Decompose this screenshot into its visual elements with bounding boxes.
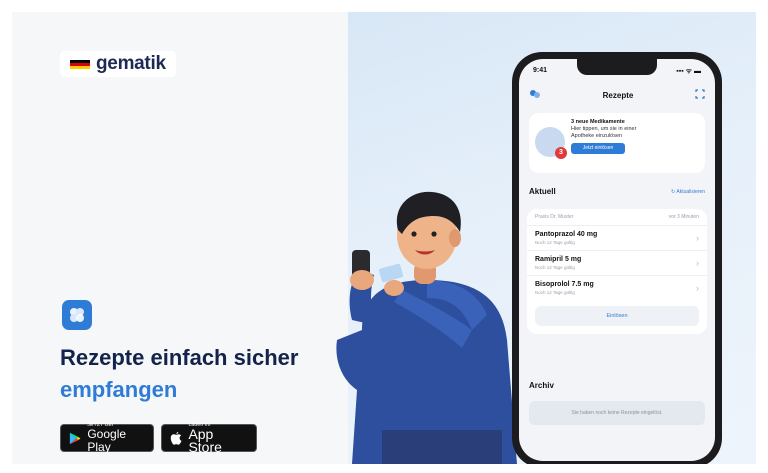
google-play-badge[interactable]: JETZT BEI Google Play [60,422,154,454]
scan-icon[interactable] [695,89,705,102]
phone-screen: 9:41 ▪▪▪ ᯤ ▬ Rezepte 3 3 neue Medikament… [519,59,715,461]
medication-illustration: 3 [535,127,567,159]
list-header: Praxis Dr. Muster vor 3 Minuten [527,209,707,225]
medication-name: Bisoprolol 7.5 mg [535,281,594,288]
german-flag-icon [70,59,90,69]
gematik-logo[interactable]: gematik [60,51,176,77]
status-icons: ▪▪▪ ᯤ ▬ [676,68,701,75]
current-title: Aktuell [529,187,556,196]
screen-title: Rezepte [602,91,634,100]
list-item[interactable]: Pantoprazol 40 mg Noch 12 Tage gültig › [527,225,707,250]
prescription-list: Praxis Dr. Muster vor 3 Minuten Pantopra… [527,209,707,334]
phone-mockup: 9:41 ▪▪▪ ᯤ ▬ Rezepte 3 3 neue Medikament… [512,52,722,464]
medication-name: Ramipril 5 mg [535,256,582,263]
promo-text-2: Apotheke einzulösen [571,133,623,139]
medication-validity: Noch 12 Tage gültig [535,240,575,245]
archive-title: Archiv [529,381,554,390]
redeem-button[interactable]: Einlösen [535,306,699,326]
nav-bar: Rezepte [529,89,705,102]
count-badge: 3 [555,147,567,159]
app-store-badge[interactable]: Laden im App Store [161,422,257,455]
archive-section-header: Archiv [529,381,705,390]
apple-icon [170,431,182,445]
chevron-right-icon: › [696,233,699,243]
google-play-label: Google Play [87,427,127,454]
app-icon [62,300,92,330]
person-illustration [336,191,517,464]
list-item[interactable]: Bisoprolol 7.5 mg Noch 12 Tage gültig › [527,275,707,300]
chevron-right-icon: › [696,283,699,293]
banner: gematik Rezepte einfach sicher empfangen… [12,12,756,464]
profile-icon[interactable] [529,89,541,102]
archive-empty-state: Sie haben noch keine Rezepte eingelöst. [529,401,705,425]
list-item[interactable]: Ramipril 5 mg Noch 12 Tage gültig › [527,250,707,275]
medication-name: Pantoprazol 40 mg [535,231,598,238]
promo-card[interactable]: 3 3 neue Medikamente Hier tippen, um sie… [529,113,705,173]
practice-name: Praxis Dr. Muster [535,214,574,220]
chevron-right-icon: › [696,258,699,268]
refresh-label: Aktualisieren [676,188,705,195]
status-bar: 9:41 ▪▪▪ ᯤ ▬ [533,67,701,76]
current-section-header: Aktuell ↻ Aktualisieren [529,187,705,196]
refresh-link[interactable]: ↻ Aktualisieren [671,189,705,195]
logo-text: gematik [96,53,166,74]
headline: Rezepte einfach sicher empfangen [60,342,298,406]
medication-validity: Noch 12 Tage gültig [535,265,575,270]
headline-line-1: Rezepte einfach sicher [60,345,299,370]
promo-text-1: Hier tippen, um sie in einer [571,126,637,132]
app-store-label: App Store [188,426,222,455]
time-ago: vor 3 Minuten [668,214,699,220]
headline-line-2: empfangen [60,377,178,402]
status-time: 9:41 [533,67,548,74]
redeem-now-button[interactable]: Jetzt einlösen [571,143,625,154]
medication-validity: Noch 12 Tage gültig [535,290,575,295]
promo-title: 3 neue Medikamente [571,119,625,125]
google-play-icon [69,432,81,444]
